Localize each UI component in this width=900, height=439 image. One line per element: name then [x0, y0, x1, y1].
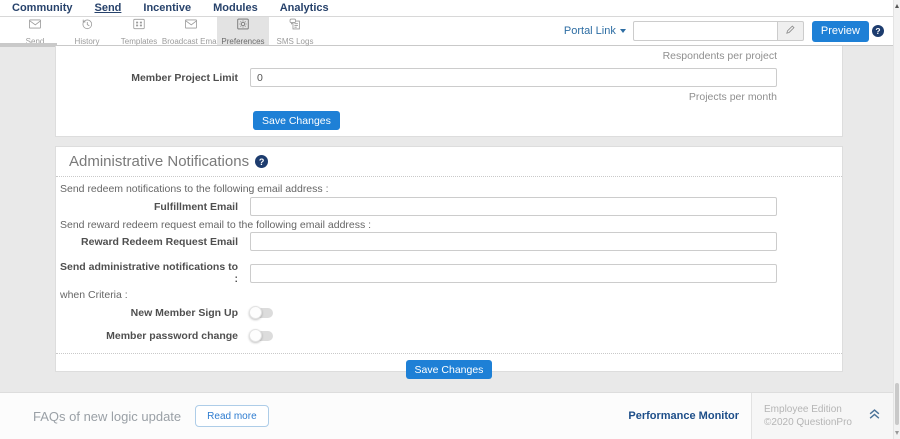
- new-member-signup-toggle[interactable]: [249, 306, 273, 319]
- portal-link-input-group: [632, 21, 804, 41]
- criteria-note: when Criteria :: [60, 289, 128, 301]
- fulfillment-email-label: Fulfillment Email: [153, 200, 238, 213]
- tab-history-label: History: [74, 36, 100, 46]
- scrollbar-down-arrow-icon[interactable]: [895, 431, 899, 435]
- help-icon[interactable]: ?: [872, 25, 884, 37]
- section-help-icon[interactable]: ?: [255, 155, 269, 168]
- fulfillment-email-row: Fulfillment Email: [56, 197, 842, 216]
- redeem-note: Send redeem notifications to the followi…: [60, 183, 329, 195]
- reward-redeem-email-input[interactable]: [250, 232, 777, 251]
- scrollbar-up-arrow-icon[interactable]: [895, 4, 899, 8]
- toggle-knob: [249, 329, 262, 342]
- send-toolbar: Send History Templates Broadcast Email P…: [0, 17, 893, 46]
- member-project-limit-row: Member Project Limit: [56, 68, 842, 87]
- tab-templates-label: Templates: [120, 36, 158, 46]
- toggle-knob: [249, 306, 262, 319]
- edition-line1: Employee Edition: [764, 403, 842, 415]
- vertical-scrollbar-thumb[interactable]: [895, 383, 899, 425]
- tab-sms-logs[interactable]: SMS Logs: [269, 17, 321, 46]
- tab-broadcast-email-label: Broadcast Email: [161, 36, 221, 46]
- footer: FAQs of new logic update Read more Perfo…: [0, 392, 893, 439]
- tab-preferences-label: Preferences: [221, 36, 265, 46]
- admin-notifications-to-label: Send administrative notifications to :: [60, 261, 238, 285]
- projects-hint: Projects per month: [688, 91, 777, 103]
- nav-item-incentive[interactable]: Incentive: [143, 0, 191, 16]
- member-limits-section: Respondents per project Member Project L…: [55, 46, 843, 137]
- broadcast-envelope-icon: [184, 17, 198, 36]
- vertical-scrollbar[interactable]: [893, 0, 900, 439]
- portal-link-input[interactable]: [632, 21, 778, 41]
- tab-templates[interactable]: Templates: [113, 17, 165, 46]
- section-title: Administrative Notifications: [69, 153, 250, 170]
- nav-item-community[interactable]: Community: [12, 0, 73, 16]
- top-nav: Community Send Incentive Modules Analyti…: [0, 0, 893, 17]
- sms-logs-icon: [288, 17, 302, 36]
- reward-redeem-email-row: Reward Redeem Request Email: [56, 232, 842, 251]
- nav-item-send[interactable]: Send: [95, 0, 122, 16]
- preferences-gear-icon: [236, 17, 250, 36]
- edit-portal-link-button[interactable]: [777, 21, 804, 41]
- section-header: Administrative Notifications ?: [56, 147, 842, 177]
- respondents-hint: Respondents per project: [662, 50, 777, 62]
- templates-grid-icon: [132, 17, 146, 36]
- scroll-to-top-button[interactable]: [866, 406, 883, 426]
- new-member-signup-label: New Member Sign Up: [130, 307, 238, 319]
- administrative-notifications-section: Administrative Notifications ? Send rede…: [55, 146, 843, 379]
- faq-text: FAQs of new logic update: [33, 408, 182, 424]
- nav-item-modules[interactable]: Modules: [213, 0, 258, 16]
- tab-preferences[interactable]: Preferences: [217, 17, 269, 46]
- pencil-icon: [785, 22, 796, 40]
- portal-link-dropdown[interactable]: Portal Link: [564, 25, 626, 37]
- toolbar-tabs: Send History Templates Broadcast Email P…: [0, 17, 321, 46]
- member-project-limit-input[interactable]: [250, 68, 777, 87]
- chevron-down-icon: [619, 29, 626, 33]
- save-changes-button-admin[interactable]: Save Changes: [405, 360, 493, 379]
- reward-redeem-email-label: Reward Redeem Request Email: [81, 235, 238, 248]
- tab-sms-logs-label: SMS Logs: [276, 36, 314, 46]
- tab-send[interactable]: Send: [9, 17, 61, 46]
- envelope-icon: [28, 17, 42, 36]
- read-more-button[interactable]: Read more: [195, 405, 269, 427]
- double-chevron-up-icon: [866, 406, 883, 426]
- member-password-change-label: Member password change: [106, 330, 238, 342]
- save-changes-button-limits[interactable]: Save Changes: [253, 111, 340, 130]
- history-clock-icon: [80, 17, 94, 36]
- admin-notifications-to-input[interactable]: [250, 263, 777, 283]
- edition-info: Employee Edition ©2020 QuestionPro: [764, 403, 852, 430]
- tab-history[interactable]: History: [61, 17, 113, 46]
- admin-notifications-to-row: Send administrative notifications to :: [56, 261, 842, 285]
- reward-note: Send reward redeem request email to the …: [60, 219, 372, 231]
- fulfillment-email-input[interactable]: [250, 197, 777, 216]
- edition-line2: ©2020 QuestionPro: [764, 417, 852, 428]
- portal-link-label: Portal Link: [563, 25, 616, 37]
- new-member-signup-row: New Member Sign Up: [56, 306, 842, 319]
- dotted-divider: [56, 353, 842, 354]
- tab-broadcast-email[interactable]: Broadcast Email: [161, 17, 221, 46]
- horizontal-scrollbar-thumb[interactable]: [0, 43, 57, 47]
- preview-button[interactable]: Preview: [811, 20, 869, 42]
- footer-right-panel: Employee Edition ©2020 QuestionPro: [751, 393, 893, 439]
- toolbar-right-controls: Portal Link Preview ?: [564, 17, 893, 45]
- member-password-change-toggle[interactable]: [249, 329, 273, 342]
- questionpro-preferences-page: Community Send Incentive Modules Analyti…: [0, 0, 900, 439]
- nav-item-analytics[interactable]: Analytics: [280, 0, 329, 16]
- member-project-limit-label: Member Project Limit: [131, 71, 238, 84]
- performance-monitor-link[interactable]: Performance Monitor: [628, 410, 739, 422]
- member-password-change-row: Member password change: [56, 329, 842, 342]
